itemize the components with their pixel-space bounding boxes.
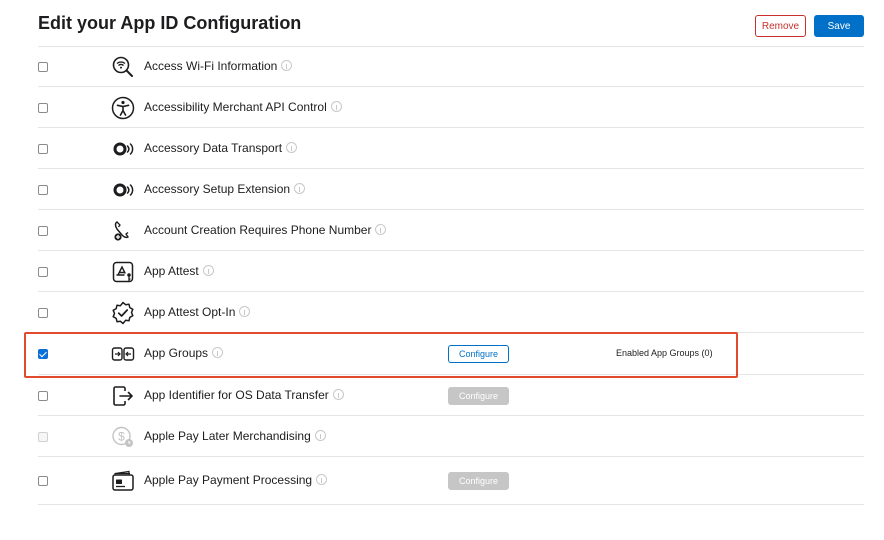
page-header: Edit your App ID Configuration Remove Sa… — [38, 12, 864, 46]
capability-label: Accessibility Merchant API Control — [144, 99, 327, 114]
capability-name: App Attest Opt-In — [144, 304, 251, 319]
capability-checkbox[interactable] — [38, 225, 48, 236]
capability-checkbox[interactable] — [38, 266, 48, 277]
pay-later-icon: $ — [111, 425, 135, 449]
capabilities-list: Access Wi-Fi Information Accessibility Me… — [38, 46, 864, 505]
configure-button: Configure — [448, 472, 509, 490]
capability-name: Accessibility Merchant API Control — [144, 100, 342, 114]
page-title: Edit your App ID Configuration — [38, 13, 302, 33]
capability-row: Accessibility Merchant API Control — [38, 87, 864, 128]
remove-button[interactable]: Remove — [755, 15, 806, 37]
enabled-app-groups-count: Enabled App Groups (0) — [616, 348, 713, 358]
capability-name: Accessory Data Transport — [144, 140, 298, 155]
info-icon[interactable] — [202, 264, 214, 276]
capability-checkbox[interactable] — [38, 349, 48, 359]
capability-name: Accessory Setup Extension — [144, 181, 306, 196]
capability-label: App Attest Opt-In — [144, 304, 236, 319]
capability-row: Access Wi-Fi Information — [38, 47, 864, 87]
capability-row: $ Apple Pay Later Merchandising — [38, 416, 864, 457]
capability-label: App Groups — [144, 346, 209, 360]
info-icon[interactable] — [314, 429, 326, 441]
capability-label: Accessory Setup Extension — [144, 181, 291, 196]
info-icon[interactable] — [294, 182, 306, 194]
capability-label: Apple Pay Later Merchandising — [144, 428, 311, 443]
svg-text:$: $ — [118, 429, 125, 443]
capability-label: App Attest — [144, 263, 199, 278]
capability-name: App Identifier for OS Data Transfer — [144, 388, 344, 402]
capability-row: App Identifier for OS Data Transfer Confi… — [38, 375, 864, 416]
capability-row: App Attest — [38, 251, 864, 292]
capability-name: Apple Pay Payment Processing — [144, 473, 328, 487]
verified-badge-icon — [111, 301, 135, 325]
capability-checkbox[interactable] — [38, 184, 48, 195]
capability-checkbox — [38, 431, 48, 442]
accessory-transport-icon — [111, 137, 135, 161]
phone-account-icon — [111, 219, 135, 243]
info-icon[interactable] — [330, 100, 342, 112]
info-icon[interactable] — [239, 305, 251, 317]
capability-name: Access Wi-Fi Information — [144, 59, 293, 73]
capability-row: Account Creation Requires Phone Number — [38, 210, 864, 251]
capability-row: Apple Pay Payment Processing Configure — [38, 457, 864, 505]
data-transfer-icon — [111, 384, 135, 408]
capability-label: App Identifier for OS Data Transfer — [144, 387, 329, 402]
info-icon[interactable] — [212, 347, 224, 358]
capability-name: App Groups — [144, 346, 224, 360]
capability-checkbox[interactable] — [38, 476, 48, 486]
capability-row: Accessory Data Transport — [38, 128, 864, 169]
capability-label: Access Wi-Fi Information — [144, 59, 278, 73]
info-icon[interactable] — [332, 388, 344, 400]
app-groups-icon — [111, 342, 135, 366]
capability-checkbox[interactable] — [38, 390, 48, 401]
capability-label: Account Creation Requires Phone Number — [144, 222, 372, 237]
capability-label: Accessory Data Transport — [144, 140, 283, 155]
capability-checkbox[interactable] — [38, 102, 48, 113]
capability-row: App Attest Opt-In — [38, 292, 864, 333]
info-icon[interactable] — [286, 141, 298, 153]
capability-label: Apple Pay Payment Processing — [144, 473, 313, 487]
capability-name: App Attest — [144, 264, 214, 278]
capability-checkbox[interactable] — [38, 307, 48, 318]
accessibility-icon — [111, 96, 135, 120]
wallet-icon — [111, 469, 135, 493]
wifi-search-icon — [111, 55, 135, 79]
app-attest-icon — [111, 260, 135, 284]
info-icon[interactable] — [375, 223, 387, 235]
capability-row: App Groups Configure Enabled App Groups (0… — [38, 333, 864, 375]
capability-row: Accessory Setup Extension — [38, 169, 864, 210]
info-icon[interactable] — [316, 474, 328, 485]
configure-button[interactable]: Configure — [448, 345, 509, 363]
info-icon[interactable] — [281, 60, 293, 71]
capability-checkbox[interactable] — [38, 62, 48, 72]
capability-name: Apple Pay Later Merchandising — [144, 429, 326, 443]
capability-name: Account Creation Requires Phone Number — [144, 222, 387, 237]
capability-checkbox[interactable] — [38, 143, 48, 154]
configure-button: Configure — [448, 386, 509, 405]
save-button[interactable]: Save — [814, 15, 864, 37]
accessory-setup-icon — [111, 178, 135, 202]
